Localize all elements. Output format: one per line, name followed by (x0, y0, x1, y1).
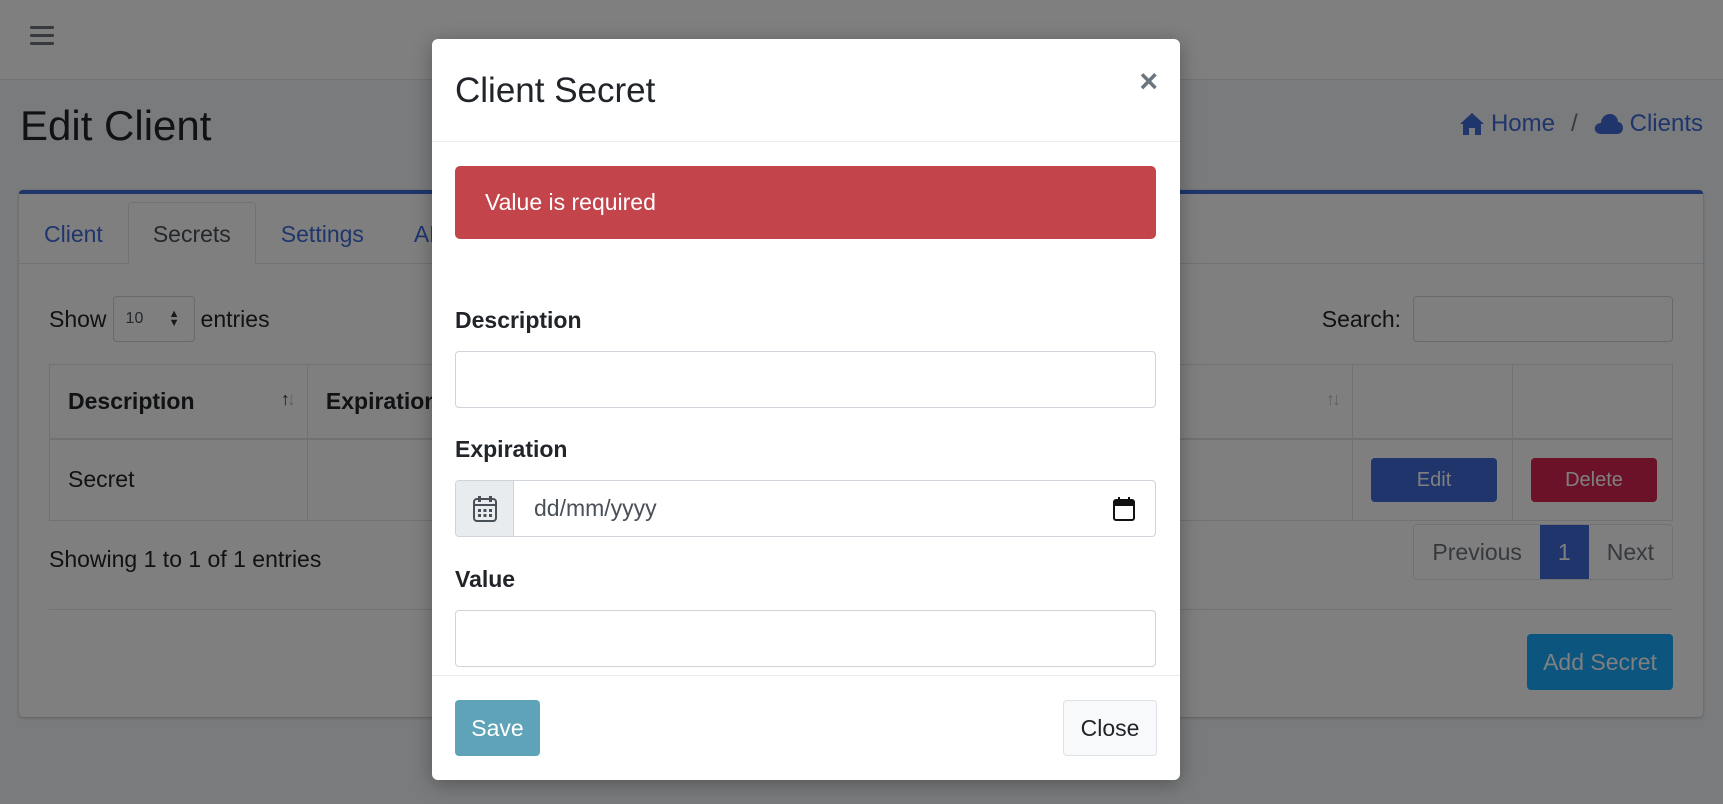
expiration-date-input[interactable]: dd/mm/yyyy (514, 481, 1155, 536)
description-label: Description (455, 307, 582, 333)
description-input[interactable] (455, 351, 1156, 408)
calendar-icon (472, 495, 497, 522)
modal-footer: Save Close (432, 675, 1180, 780)
value-input[interactable] (455, 610, 1156, 667)
calendar-addon (456, 481, 514, 536)
expiration-label: Expiration (455, 436, 568, 462)
client-secret-modal: Client Secret × Value is required Descri… (432, 39, 1180, 780)
error-alert: Value is required (455, 166, 1156, 239)
date-picker-icon[interactable] (1113, 496, 1135, 521)
date-placeholder: dd/mm/yyyy (534, 495, 657, 521)
modal-header: Client Secret × (432, 39, 1180, 142)
value-label: Value (455, 566, 516, 592)
save-button[interactable]: Save (455, 700, 540, 756)
expiration-field: dd/mm/yyyy (455, 480, 1156, 537)
modal-title: Client Secret (455, 71, 656, 110)
close-icon[interactable]: × (1139, 63, 1158, 100)
close-button[interactable]: Close (1063, 700, 1157, 756)
